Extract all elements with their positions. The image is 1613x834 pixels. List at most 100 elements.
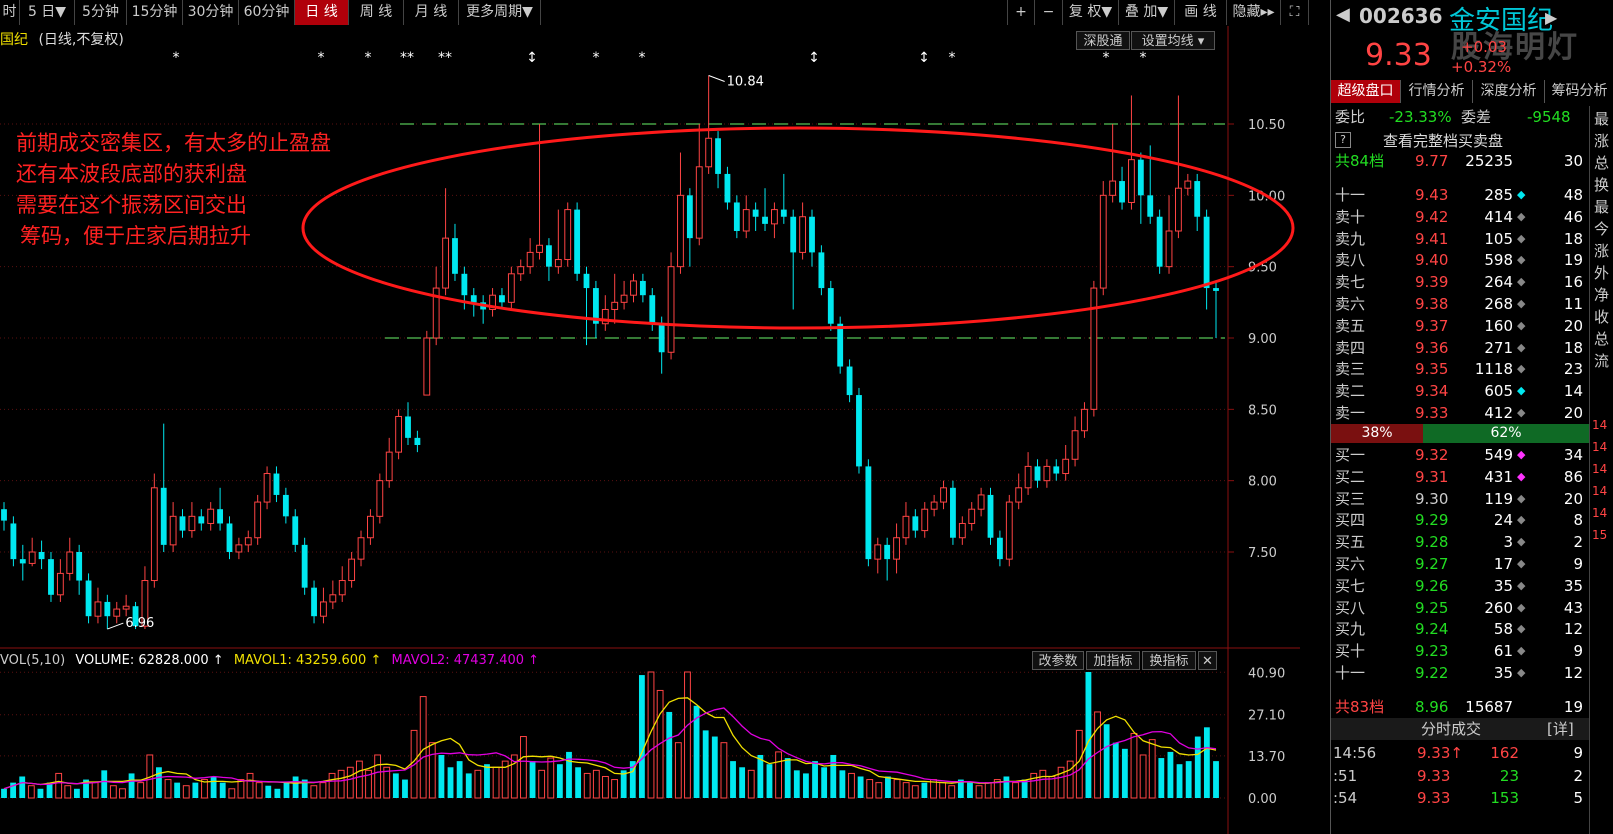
volume-tick-label: 40.90 (1248, 666, 1285, 681)
volume-bar (902, 782, 910, 799)
change-params-button[interactable]: 改参数 (1032, 651, 1084, 670)
period-button-2[interactable]: 5分钟 (75, 0, 127, 25)
toolbar-right-button-4[interactable]: 画 线 (1175, 0, 1227, 25)
order-price: 9.77 (1415, 152, 1449, 170)
period-button-5[interactable]: 60分钟 (239, 0, 295, 25)
order-price: 9.35 (1415, 360, 1449, 379)
order-count: 19 (1563, 698, 1583, 716)
toolbar-right-button-5[interactable]: 隐藏▸▸ (1227, 0, 1281, 25)
order-row: 卖八 9.40 598 19 ◆ (1331, 249, 1591, 271)
order-price: 9.29 (1415, 511, 1449, 530)
order-row: 买十 9.23 61 9 ◆ (1331, 640, 1591, 662)
volume-tick-label: 13.70 (1248, 750, 1285, 765)
toolbar-right-button-1[interactable]: − (1035, 0, 1063, 25)
volume-bar (975, 785, 983, 799)
switch-indicator-button[interactable]: 换指标 (1142, 651, 1196, 670)
order-row: 买九 9.24 58 12 ◆ (1331, 618, 1591, 640)
annotation-line-3: 需要在这个振荡区间交出 (16, 193, 247, 217)
period-button-4[interactable]: 30分钟 (183, 0, 239, 25)
tab-depth-analysis[interactable]: 深度分析 (1473, 80, 1545, 103)
low-price-label: 6.96 (125, 616, 154, 631)
period-button-7[interactable]: 周 线 (349, 0, 404, 25)
order-count: 9 (1573, 555, 1583, 573)
toolbar-right-button-2[interactable]: 复 权▼ (1063, 0, 1119, 25)
mavol1-value: MAVOL1: 43259.600 (233, 653, 367, 668)
candle-body (94, 601, 102, 617)
order-label: 卖四 (1335, 338, 1366, 357)
close-icon[interactable]: ✕ (1198, 651, 1217, 670)
volume-bar (228, 788, 236, 799)
add-indicator-button[interactable]: 加指标 (1086, 651, 1140, 670)
candle-body (1147, 195, 1154, 217)
toolbar-right-button-3[interactable]: 叠 加▼ (1119, 0, 1175, 25)
volume-bar (684, 671, 691, 799)
toolbar-right-button-0[interactable]: + (1007, 0, 1035, 25)
candle-body (1213, 288, 1219, 291)
mavol2-value: MAVOL2: 47437.400 (391, 653, 525, 668)
volume-bar (939, 782, 947, 799)
order-price: 9.31 (1415, 467, 1449, 486)
candle-body (357, 537, 365, 560)
order-price: 9.24 (1415, 620, 1449, 639)
period-button-6[interactable]: 日 线 (295, 0, 349, 25)
volume-tick-label: 27.10 (1248, 709, 1285, 724)
shengutong-button[interactable]: 深股通 (1076, 31, 1130, 50)
order-count: 20 (1563, 404, 1583, 422)
volume-bar (1167, 751, 1174, 798)
period-button-9[interactable]: 更多周期▼ (459, 0, 541, 25)
candle-body (837, 323, 844, 367)
volume-tick-label: 0.00 (1248, 792, 1277, 807)
toolbar-right-button-6[interactable]: ⛶ (1281, 0, 1309, 25)
tick-row: 14:56 9.33↑ 162 9 (1331, 742, 1591, 764)
candle-body (1005, 501, 1013, 560)
order-label: 买一 (1335, 446, 1366, 464)
period-button-0[interactable]: 时 (0, 0, 20, 25)
tab-quote-analysis[interactable]: 行情分析 (1401, 80, 1473, 103)
stock-name-fragment: 国纪 (0, 32, 28, 48)
order-volume: 105 (1484, 229, 1513, 248)
diamond-icon: ◆ (1517, 384, 1526, 398)
tab-chip-analysis[interactable]: 筹码分析 (1545, 80, 1613, 103)
order-count: 86 (1563, 467, 1583, 486)
event-marker: * (318, 50, 325, 66)
volume-bar (775, 751, 782, 799)
volume-bar (137, 782, 145, 799)
volume-bar (474, 769, 482, 799)
candle-body (649, 295, 656, 324)
period-button-3[interactable]: 15分钟 (127, 0, 183, 25)
diamond-icon: ◆ (1517, 188, 1526, 201)
candle-body (733, 202, 740, 231)
period-button-1[interactable]: 5 日▼ (20, 0, 75, 25)
candle-body (122, 605, 130, 610)
volume-header: VOL(5,10) VOLUME: 62828.000 ↑ MAVOL1: 43… (0, 652, 539, 670)
candle-body (461, 273, 468, 296)
order-volume: 271 (1484, 338, 1513, 357)
order-row: 买六 9.27 17 9 ◆ (1331, 553, 1591, 575)
set-ma-button[interactable]: 设置均线 ▾ (1131, 31, 1215, 50)
diamond-icon: ◆ (1517, 491, 1526, 505)
ticks-detail-link[interactable]: [详] (1547, 718, 1574, 740)
volume-bar (702, 730, 709, 798)
back-arrow-icon[interactable]: ◀ (1336, 4, 1350, 25)
side-stat-value: 15 (1592, 528, 1608, 542)
tab-super-book[interactable]: 超级盘口 (1331, 80, 1401, 103)
full-book-link[interactable]: 查看完整档买卖盘 (1383, 130, 1503, 151)
order-label: 买七 (1335, 576, 1366, 595)
event-marker: * (593, 50, 600, 66)
order-row: 十一 9.22 35 12 ◆ (1331, 662, 1591, 684)
period-button-8[interactable]: 月 线 (404, 0, 459, 25)
order-row: 卖九 9.41 105 18 ◆ (1331, 228, 1591, 250)
arrow-right-icon[interactable]: ▶ (1545, 8, 1557, 27)
candle-body (56, 572, 64, 596)
tick-count: 5 (1573, 789, 1583, 807)
help-icon[interactable]: ? (1335, 132, 1351, 148)
volume-bar (793, 770, 800, 798)
candle-body (254, 501, 262, 539)
candle-body (1, 509, 7, 521)
volume-bar (848, 772, 855, 799)
candle-body (752, 209, 759, 217)
candle-body (329, 594, 337, 603)
candle-body (423, 337, 431, 396)
order-price: 9.36 (1415, 338, 1449, 357)
candle-body (762, 216, 768, 224)
